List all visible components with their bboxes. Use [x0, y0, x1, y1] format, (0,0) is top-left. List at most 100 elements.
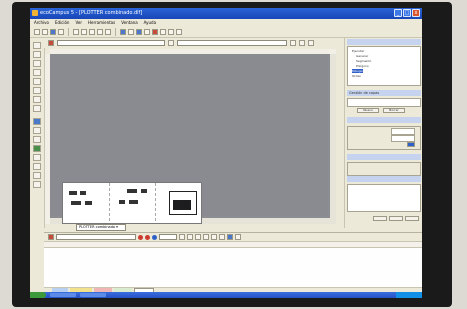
refresh-icon[interactable]	[160, 29, 166, 35]
stop-icon[interactable]	[152, 29, 158, 35]
arc-tool-icon[interactable]	[33, 87, 41, 94]
save-icon[interactable]	[50, 29, 56, 35]
properties-icon[interactable]	[299, 40, 305, 46]
menu-file[interactable]: Archivo	[34, 19, 49, 27]
print-icon[interactable]	[58, 29, 64, 35]
pointer-tool-icon[interactable]	[33, 118, 41, 125]
help-icon[interactable]	[176, 29, 182, 35]
taskbar-item[interactable]	[50, 293, 76, 297]
open-icon[interactable]	[42, 29, 48, 35]
panel-button[interactable]	[373, 216, 387, 221]
drawing-thumbnail	[129, 200, 138, 204]
output-path-field[interactable]	[56, 234, 136, 240]
settings-icon[interactable]	[168, 29, 174, 35]
first-icon[interactable]	[195, 234, 201, 240]
tree-item[interactable]: Segmento	[356, 59, 371, 63]
drawing-thumbnail	[85, 201, 92, 205]
preview-box	[347, 184, 421, 212]
dimension-tool-icon[interactable]	[33, 105, 41, 112]
move-tool-icon[interactable]	[33, 127, 41, 134]
zoom-icon[interactable]	[120, 29, 126, 35]
mirror-tool-icon[interactable]	[33, 172, 41, 179]
rectangle-tool-icon[interactable]	[33, 69, 41, 76]
menu-tools[interactable]: Herramientas	[88, 19, 115, 27]
browse-icon[interactable]	[168, 40, 174, 46]
prev-icon[interactable]	[203, 234, 209, 240]
redo-icon[interactable]	[105, 29, 111, 35]
undo-icon[interactable]	[97, 29, 103, 35]
menu-window[interactable]: Ventana	[121, 19, 137, 27]
drawing-canvas[interactable]	[50, 54, 336, 224]
tree-item[interactable]: Orden	[352, 74, 361, 78]
tree-item[interactable]: Generar	[356, 54, 368, 58]
info-icon[interactable]	[152, 234, 157, 240]
main-toolbar	[30, 27, 422, 38]
layer-browse-icon[interactable]	[290, 40, 296, 46]
selected-drawing[interactable]	[169, 191, 197, 215]
tree-view[interactable]: Ejecutar Generar Segmento Polígono Dibuj…	[347, 46, 421, 86]
window-title: ecoCampus 5 - [PLOTTER combinado.dlf]	[40, 10, 143, 16]
delete-layer-button[interactable]: Borrar	[383, 108, 405, 113]
delete-icon[interactable]	[145, 234, 150, 240]
minimize-button[interactable]: _	[394, 9, 402, 17]
drawing-path-field[interactable]	[57, 40, 165, 46]
stop-icon[interactable]	[138, 234, 143, 240]
tree-item-selected[interactable]: Dibujar	[352, 69, 363, 73]
value-field[interactable]	[391, 135, 415, 142]
taskbar	[30, 292, 422, 298]
window-controls: _ □ x	[394, 9, 420, 17]
circle-tool-icon[interactable]	[33, 78, 41, 85]
new-layer-button[interactable]: Nuevo	[357, 108, 379, 113]
cut-icon[interactable]	[73, 29, 79, 35]
copy-icon[interactable]	[81, 29, 87, 35]
export-icon[interactable]	[227, 234, 233, 240]
system-tray	[396, 292, 422, 298]
taskbar-item[interactable]	[80, 293, 106, 297]
drawing-icon	[48, 234, 54, 240]
drawing-thumbnail	[71, 201, 81, 205]
new-icon[interactable]	[34, 29, 40, 35]
panel-button[interactable]	[389, 216, 403, 221]
tree-item[interactable]: Ejecutar	[352, 49, 364, 53]
line-tool-icon[interactable]	[33, 51, 41, 58]
left-toolbox	[30, 38, 45, 228]
pause-icon[interactable]	[187, 234, 193, 240]
close-button[interactable]: x	[412, 9, 420, 17]
measure-icon[interactable]	[144, 29, 150, 35]
next-icon[interactable]	[211, 234, 217, 240]
play-icon[interactable]	[179, 234, 185, 240]
apply-icon[interactable]	[407, 142, 415, 147]
value-field[interactable]	[391, 128, 415, 135]
copy-tool-icon[interactable]	[33, 136, 41, 143]
trim-tool-icon[interactable]	[33, 181, 41, 188]
scale-tool-icon[interactable]	[33, 163, 41, 170]
check-icon[interactable]	[235, 234, 241, 240]
vertical-scrollbar[interactable]	[330, 54, 336, 224]
maximize-button[interactable]: □	[403, 9, 411, 17]
tree-item[interactable]: Polígono	[356, 64, 369, 68]
menu-edit[interactable]: Edición	[55, 19, 69, 27]
text-tool-icon[interactable]	[33, 96, 41, 103]
select-tool-icon[interactable]	[33, 42, 41, 49]
panel-button[interactable]	[405, 216, 419, 221]
last-icon[interactable]	[219, 234, 225, 240]
start-button[interactable]	[30, 292, 46, 298]
layer-icon[interactable]	[136, 29, 142, 35]
output-panel	[44, 232, 422, 294]
layer-select[interactable]	[347, 98, 421, 107]
output-columns-header	[44, 242, 422, 248]
grid-icon[interactable]	[128, 29, 134, 35]
rotate-tool-icon[interactable]	[33, 154, 41, 161]
layer-path-field[interactable]	[177, 40, 287, 46]
section-header: Gestión de capas	[347, 90, 421, 96]
paste-icon[interactable]	[89, 29, 95, 35]
menu-help[interactable]: Ayuda	[144, 19, 156, 27]
options-group	[347, 162, 421, 176]
menu-view[interactable]: Ver	[75, 19, 82, 27]
polyline-tool-icon[interactable]	[33, 60, 41, 67]
tab-plotter-combinado[interactable]: PLOTTER combinado ▾	[76, 224, 126, 231]
fill-tool-icon[interactable]	[33, 145, 41, 152]
plot-sheet[interactable]	[62, 182, 202, 224]
filter-field[interactable]	[159, 234, 177, 240]
options-icon[interactable]	[308, 40, 314, 46]
